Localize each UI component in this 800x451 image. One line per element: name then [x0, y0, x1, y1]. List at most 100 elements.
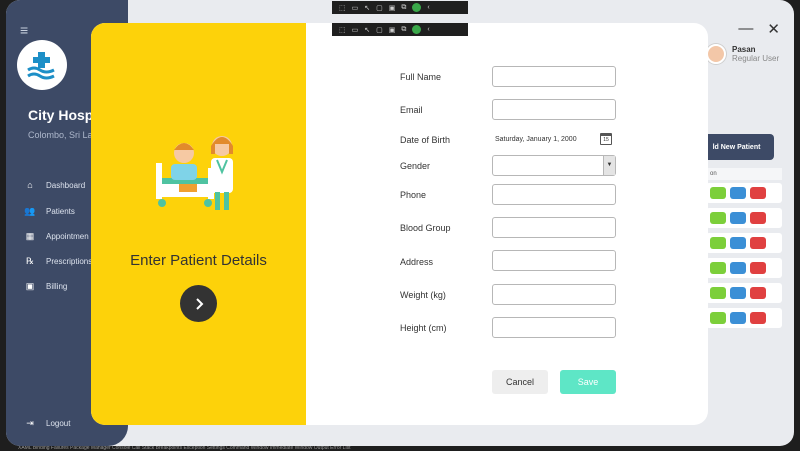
display-layout-icon[interactable]: ▢ [376, 4, 383, 12]
calendar-icon: ▦ [25, 231, 35, 241]
window-controls: — ✕ [738, 20, 780, 38]
edit-icon[interactable] [730, 187, 746, 199]
hospital-name: City Hospi [28, 107, 98, 123]
select-element-icon[interactable]: ⬚ [339, 26, 346, 34]
view-icon[interactable] [710, 212, 726, 224]
blood-group-input[interactable] [492, 217, 616, 238]
weight-input[interactable] [492, 284, 616, 305]
gender-label: Gender [400, 161, 431, 171]
hospital-logo [17, 40, 67, 90]
select-element-icon[interactable]: ⬚ [339, 4, 346, 12]
track-focus-icon[interactable]: ▣ [389, 26, 396, 34]
phone-input[interactable] [492, 184, 616, 205]
delete-icon[interactable] [750, 287, 766, 299]
view-icon[interactable] [710, 262, 726, 274]
view-icon[interactable] [710, 187, 726, 199]
hospital-location: Colombo, Sri La [28, 130, 93, 140]
prescription-icon: ℞ [25, 256, 35, 266]
avatar [706, 44, 726, 64]
check-icon [412, 3, 422, 12]
pointer-icon[interactable]: ↖ [364, 26, 370, 34]
dialog-title: Enter Patient Details [130, 252, 267, 269]
cancel-button[interactable]: Cancel [492, 370, 548, 394]
table-row [706, 208, 782, 228]
chevron-down-icon[interactable]: ▼ [603, 156, 615, 175]
ide-status-bar: XAML Binding Failures Package Manager Co… [0, 446, 800, 451]
full-name-label: Full Name [400, 72, 442, 82]
check-icon [412, 25, 422, 34]
display-layout-icon[interactable]: ▢ [376, 26, 383, 34]
nav-item-appointments[interactable]: ▦ Appointmen [24, 231, 89, 242]
gender-select[interactable]: ▼ [492, 155, 616, 176]
phone-label: Phone [400, 190, 427, 200]
user-role: Regular User [732, 54, 780, 63]
nav-item-patients[interactable]: 👥 Patients [24, 206, 75, 217]
next-button[interactable] [180, 285, 217, 322]
dob-picker[interactable]: Saturday, January 1, 2000 [495, 136, 577, 143]
email-input[interactable] [492, 99, 616, 120]
chevron-right-icon [195, 297, 203, 310]
delete-icon[interactable] [750, 312, 766, 324]
minimize-icon[interactable]: — [738, 20, 753, 38]
logout-button[interactable]: ⇥ Logout [24, 418, 70, 429]
delete-icon[interactable] [750, 212, 766, 224]
nav-item-billing[interactable]: ▣ Billing [24, 281, 68, 292]
delete-icon[interactable] [750, 187, 766, 199]
table-row [706, 283, 782, 303]
logout-label: Logout [46, 419, 71, 428]
nav-label: Patients [46, 207, 75, 216]
edit-icon[interactable] [730, 237, 746, 249]
hot-reload-icon[interactable]: ⧉ [401, 4, 406, 12]
calendar-icon[interactable]: 15 [600, 133, 612, 145]
home-icon: ⌂ [27, 180, 33, 190]
logout-icon: ⇥ [26, 418, 34, 428]
doctor-patient-illustration [156, 136, 233, 210]
edit-icon[interactable] [730, 212, 746, 224]
full-name-input[interactable] [492, 66, 616, 87]
delete-icon[interactable] [750, 237, 766, 249]
view-icon[interactable] [710, 287, 726, 299]
nav-label: Prescriptions [46, 257, 93, 266]
edit-icon[interactable] [730, 312, 746, 324]
nav-label: Dashboard [46, 180, 86, 190]
hot-reload-icon[interactable]: ⧉ [401, 26, 406, 34]
nav-label: Billing [46, 282, 68, 291]
video-icon[interactable]: ▭ [352, 26, 359, 34]
collapse-icon[interactable]: ‹ [427, 26, 429, 33]
address-label: Address [400, 257, 434, 267]
user-profile[interactable]: Pasan Regular User [706, 44, 779, 64]
view-icon[interactable] [710, 237, 726, 249]
save-button[interactable]: Save [560, 370, 616, 394]
dob-label: Date of Birth [400, 135, 451, 145]
close-icon[interactable]: ✕ [767, 20, 780, 38]
pointer-icon[interactable]: ↖ [364, 4, 370, 12]
collapse-icon[interactable]: ‹ [427, 4, 429, 11]
dialog-side-panel: Enter Patient Details [91, 23, 306, 425]
table-row [706, 258, 782, 278]
blood-group-label: Blood Group [400, 223, 451, 233]
edit-icon[interactable] [730, 287, 746, 299]
xaml-debug-toolbar: ⬚ ▭ ↖ ▢ ▣ ⧉ ‹ [332, 1, 468, 14]
video-icon[interactable]: ▭ [352, 4, 359, 12]
table-row [706, 183, 782, 203]
weight-label: Weight (kg) [400, 290, 446, 300]
table-header-action: on [706, 168, 782, 180]
height-input[interactable] [492, 317, 616, 338]
height-label: Height (cm) [400, 323, 447, 333]
table-row [706, 233, 782, 253]
edit-icon[interactable] [730, 262, 746, 274]
menu-icon[interactable]: ≡ [20, 22, 28, 38]
add-new-patient-button[interactable]: ld New Patient [699, 134, 774, 160]
view-icon[interactable] [710, 312, 726, 324]
nav-label: Appointmen [46, 232, 89, 241]
add-patient-dialog: Enter Patient Details Full Name Email Da… [91, 23, 708, 425]
address-input[interactable] [492, 250, 616, 271]
user-name: Pasan [732, 45, 756, 54]
patients-icon: 👥 [24, 206, 36, 216]
track-focus-icon[interactable]: ▣ [389, 4, 396, 12]
nav-item-prescriptions[interactable]: ℞ Prescriptions [24, 256, 92, 267]
delete-icon[interactable] [750, 262, 766, 274]
billing-icon: ▣ [25, 281, 35, 291]
nav-item-dashboard[interactable]: ⌂ Dashboard [24, 180, 85, 190]
xaml-debug-toolbar: ⬚ ▭ ↖ ▢ ▣ ⧉ ‹ [332, 23, 468, 36]
